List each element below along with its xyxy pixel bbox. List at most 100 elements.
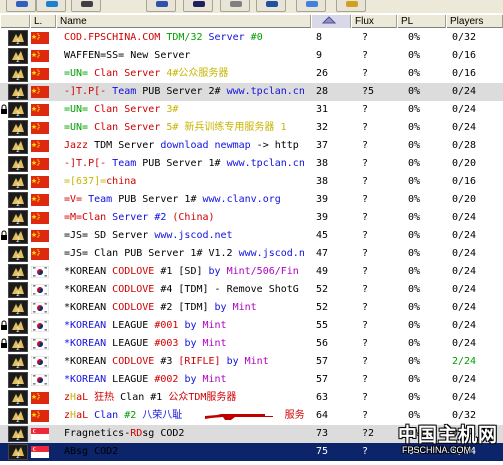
flux-value: ?2 xyxy=(362,428,375,439)
server-row[interactable]: 2 ABsg COD2 75? 0% 0/24 xyxy=(0,443,503,461)
server-row[interactable]: 2 *KOREAN CODLOVE #2 [TDM] by Mint 52? 0% 0/… xyxy=(0,299,503,317)
packet-loss-value: 0% xyxy=(408,248,421,259)
flux-value: ? xyxy=(362,392,369,403)
server-row[interactable]: 2 *KOREAN LEAGUE #002 by Mint 57? 0% 0/24 xyxy=(0,371,503,389)
server-row[interactable]: 2 -]T.P[- Team PUB Server 2# www.tpclan.c… xyxy=(0,83,503,101)
packet-loss-value: 0% xyxy=(408,104,421,115)
players-value: 0/24 xyxy=(452,104,477,115)
server-row[interactable]: 2 *KOREAN CODLOVE #3 [RIFLE] by Mint 57? 0%… xyxy=(0,353,503,371)
game-cod2-icon: 2 xyxy=(8,120,28,136)
toolbar-button-8[interactable] xyxy=(296,0,326,12)
tools-icon xyxy=(156,1,168,7)
svg-text:2: 2 xyxy=(16,183,20,189)
lock-icon xyxy=(1,103,7,115)
sort-ping-icon xyxy=(321,16,337,24)
server-name-part: #4 [TDM] xyxy=(160,284,215,295)
toolbar-button-5[interactable] xyxy=(183,0,213,12)
packet-loss-value: 0% xyxy=(408,122,421,133)
server-row[interactable]: 2 =V= Team PUB Server 1# www.clanv.org 39?… xyxy=(0,191,503,209)
game-cod2-icon: 2 xyxy=(8,408,28,424)
server-row[interactable]: 2 Jazz TDM Server download newmap -> http… xyxy=(0,137,503,155)
toolbar-button-4[interactable] xyxy=(146,0,176,12)
server-row[interactable]: 2zHaL Clan #2 八荣八耻 服务器64?0%0/32 xyxy=(0,407,503,425)
server-row[interactable]: 2 Fragnetics-RDsg COD2 73 ?2 0% 0/24 xyxy=(0,425,503,443)
col-pl-header[interactable]: PL xyxy=(397,15,446,28)
col-lock-header[interactable] xyxy=(0,15,30,28)
toolbar-button-1[interactable] xyxy=(6,0,36,12)
server-name-part: china xyxy=(106,176,137,187)
ping-value: 9 xyxy=(316,50,323,61)
col-flux-header[interactable]: Flux xyxy=(351,15,397,28)
ping-value: 64 xyxy=(316,410,329,421)
server-name-part: TDM Server xyxy=(94,140,161,151)
server-name-part: COD.FPSCHINA.COM xyxy=(64,32,167,43)
ping-value: 52 xyxy=(316,284,329,295)
players-value: 0/16 xyxy=(452,68,477,79)
flux-value: ? xyxy=(362,302,369,313)
col-players-header[interactable]: Players xyxy=(446,15,503,28)
players-value: 0/20 xyxy=(452,194,477,205)
flag-kr-icon xyxy=(31,338,49,350)
players-value: 0/24 xyxy=(452,122,477,133)
server-row[interactable]: 2 =UN= Clan Server 3# 31? 0% 0/24 xyxy=(0,101,503,119)
ping-value: 38 xyxy=(316,176,329,187)
server-name-part: CODLOVE xyxy=(112,284,161,295)
toolbar-button-9[interactable] xyxy=(336,0,366,12)
players-value: 0/24 xyxy=(452,86,477,97)
server-name-part: =JS= SD Server xyxy=(64,230,155,241)
col-name-header[interactable]: Name xyxy=(56,15,311,28)
lock-icon xyxy=(1,337,7,349)
server-name: =UN= Clan Server 3# xyxy=(64,101,304,119)
server-row[interactable]: 2 =JS= SD Server www.jscod.net 45? 0% 0/24 xyxy=(0,227,503,245)
server-row[interactable]: 2 *KOREAN CODLOVE #4 [TDM] - Remove ShotG… xyxy=(0,281,503,299)
svg-text:2: 2 xyxy=(16,237,20,243)
server-row[interactable]: 2 =JS= Clan PUB Server 1# V1.2 www.jscod.… xyxy=(0,245,503,263)
svg-text:2: 2 xyxy=(16,201,20,207)
server-name-part: 狂热 xyxy=(94,392,121,403)
players-value: 2/24 xyxy=(452,356,477,367)
server-row[interactable]: 2 =[637]=china 38? 0% 0/16 xyxy=(0,173,503,191)
col-ping-header[interactable] xyxy=(311,15,351,28)
server-row[interactable]: 2 WAFFEN=SS= New Server 9? 0% 0/16 xyxy=(0,47,503,65)
server-row[interactable]: 2 *KOREAN LEAGUE #001 by Mint 55? 0% 0/24 xyxy=(0,317,503,335)
server-row[interactable]: 2 *KOREAN CODLOVE #1 [SD] by Mint/506/Fin… xyxy=(0,263,503,281)
server-row[interactable]: 2 *KOREAN LEAGUE #003 by Mint 56? 0% 0/24 xyxy=(0,335,503,353)
server-row[interactable]: 2 =UN= Clan Server 4#公众服务器 26? 0% 0/16 xyxy=(0,65,503,83)
toolbar-button-6[interactable] xyxy=(220,0,250,12)
flag-kr-icon xyxy=(31,374,49,386)
flag-cn-icon xyxy=(31,194,49,206)
flux-value: ? xyxy=(362,446,369,457)
server-name-part: Mint/506/Fin xyxy=(226,266,299,277)
players-value: 0/16 xyxy=(452,50,477,61)
server-name-part: =UN= xyxy=(64,68,95,79)
players-value: 0/24 xyxy=(452,284,477,295)
server-name-part: [RIFLE] xyxy=(178,356,227,367)
server-name-part: PUB Server 1# xyxy=(118,194,203,205)
toolbar-button-2[interactable] xyxy=(36,0,66,12)
game-cod2-icon: 2 xyxy=(8,30,28,46)
server-name-part: Jazz xyxy=(64,140,95,151)
server-row[interactable]: 2 =UN= Clan Server 5# 新兵训练专用服务器 1 32? 0% 0/2… xyxy=(0,119,503,137)
players-value: 0/16 xyxy=(452,176,477,187)
triangle-icon xyxy=(346,1,358,7)
server-row[interactable]: 2 -]T.P[- Team PUB Server 1# www.tpclan.c… xyxy=(0,155,503,173)
svg-text:2: 2 xyxy=(16,399,20,405)
server-name: zHaL 狂热 Clan #1 公众TDM服务器 xyxy=(64,389,304,407)
flux-value: ? xyxy=(362,230,369,241)
server-name-part: PUB Server 2# xyxy=(142,86,227,97)
server-name-part: by xyxy=(208,266,227,277)
server-row[interactable]: 2 zHaL 狂热 Clan #1 公众TDM服务器 63? 0% 0/24 xyxy=(0,389,503,407)
server-row[interactable]: 2 =M=Clan Server #2 (China) 39? 0% 0/24 xyxy=(0,209,503,227)
players-value: 0/24 xyxy=(452,428,477,439)
toolbar-button-7[interactable] xyxy=(256,0,286,12)
svg-text:2: 2 xyxy=(16,291,20,297)
flag-cn-icon xyxy=(31,176,49,188)
server-name: -]T.P[- Team PUB Server 1# www.tpclan.cn xyxy=(64,155,304,173)
server-row[interactable]: 2 COD.FPSCHINA.COM TDM/32 Server #0 8? 0% 0/… xyxy=(0,29,503,47)
col-location-header[interactable]: L. xyxy=(30,15,56,28)
server-name-part: www.jscod.net xyxy=(154,230,233,241)
flux-value: ? xyxy=(362,320,369,331)
toolbar-button-3[interactable] xyxy=(71,0,101,12)
svg-text:2: 2 xyxy=(16,435,20,441)
flux-value: ? xyxy=(362,104,369,115)
